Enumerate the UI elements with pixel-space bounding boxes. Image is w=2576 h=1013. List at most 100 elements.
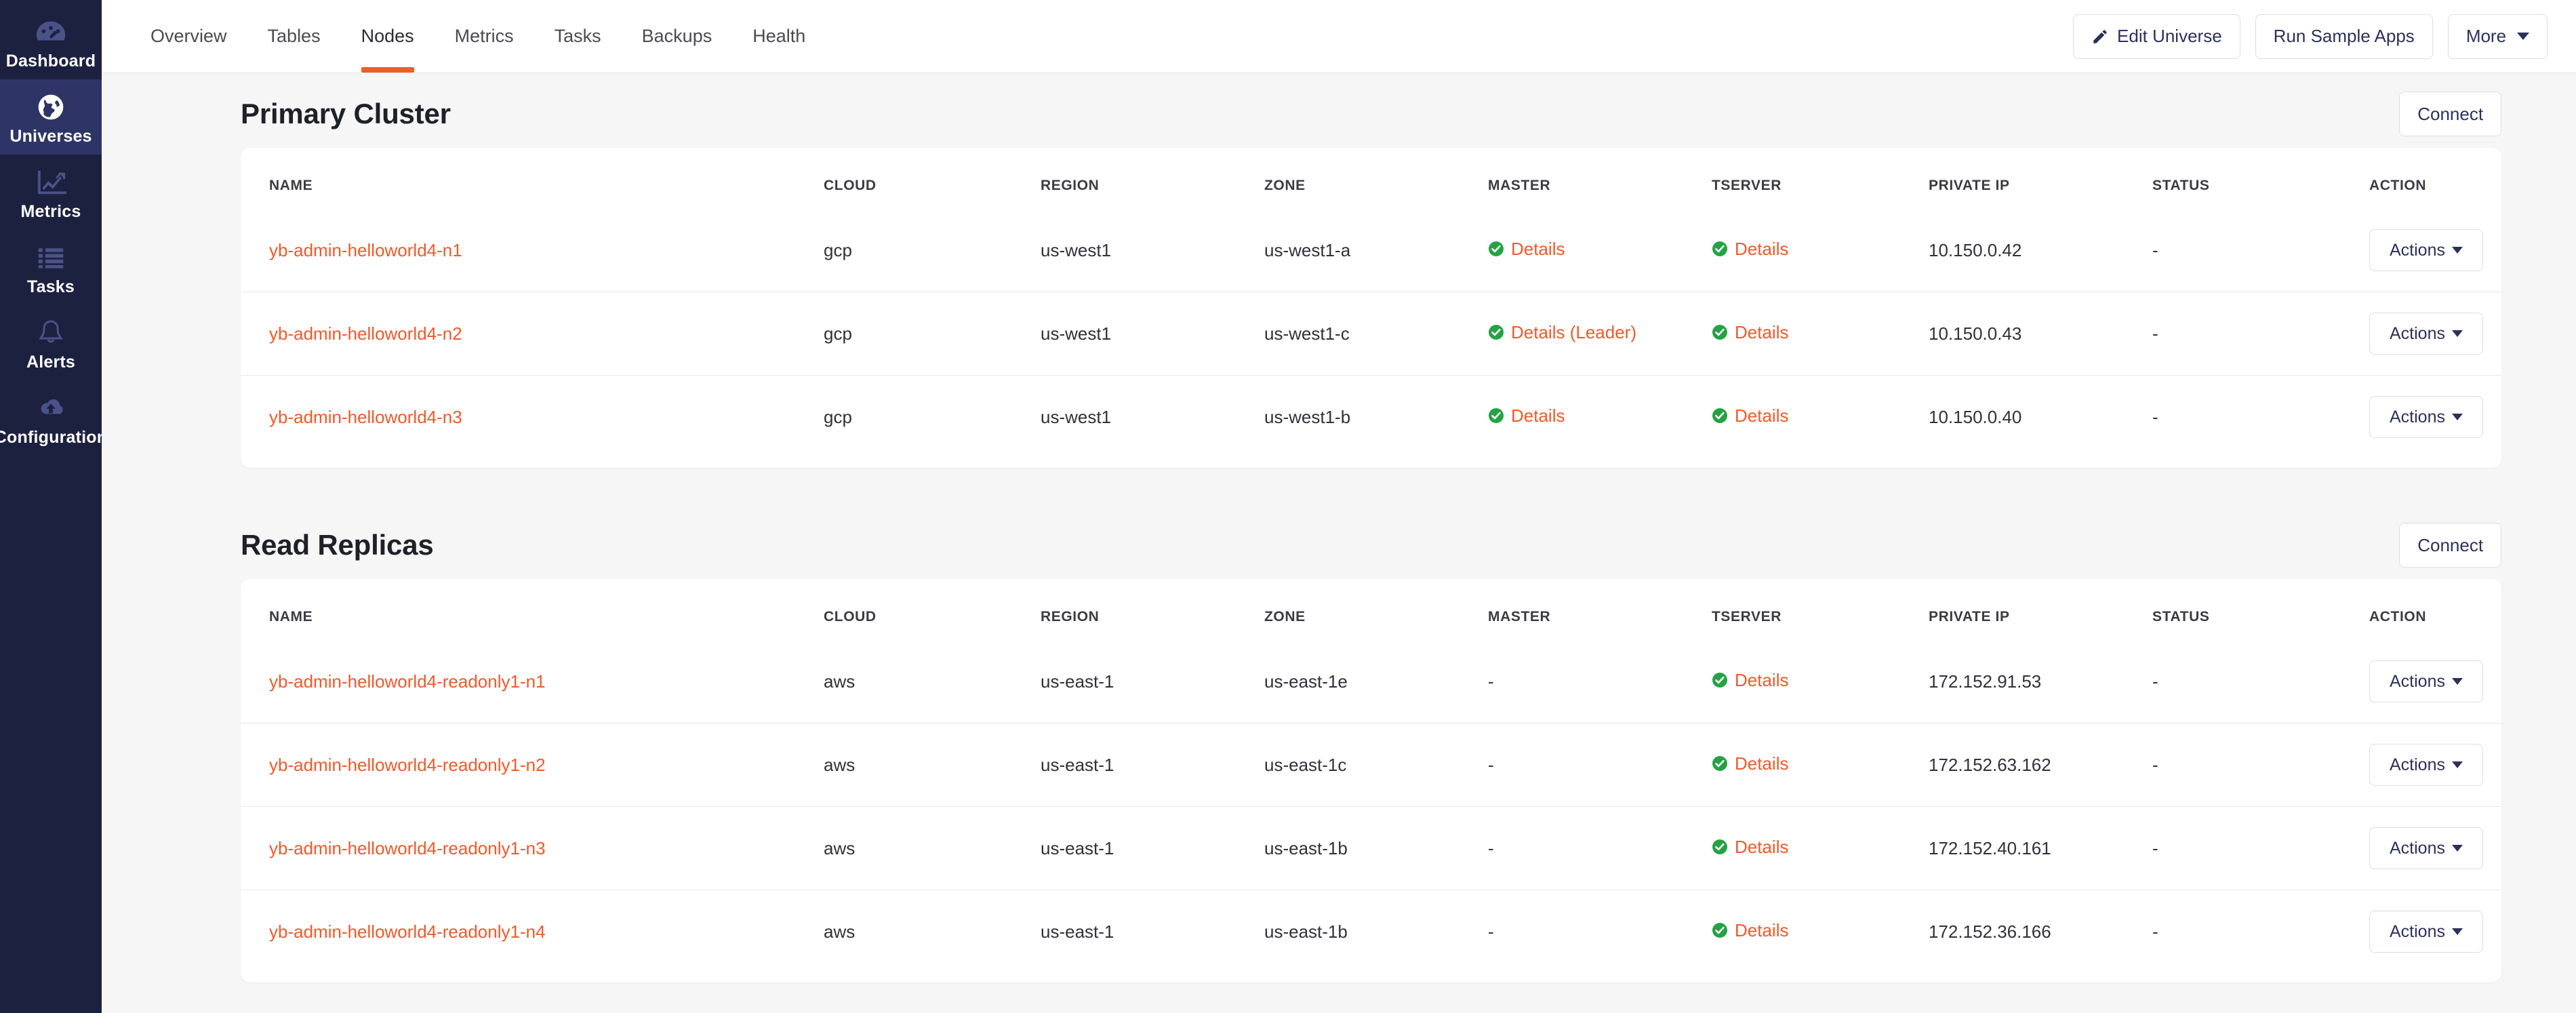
tab-label: Metrics [454,26,514,46]
cell-private-ip: 172.152.36.166 [1929,921,2051,942]
node-name-link[interactable]: yb-admin-helloworld4-readonly1-n3 [269,838,546,858]
master-status-cell: - [1488,755,1494,776]
primary-sidebar: Dashboard Universes Metrics Tasks Alerts Conf… [0,0,107,1013]
row-actions-button[interactable]: Actions [2369,911,2483,953]
row-actions-button[interactable]: Actions [2369,744,2483,786]
tserver-details-link[interactable]: Details [1735,239,1788,260]
run-sample-apps-button[interactable]: Run Sample Apps [2255,14,2433,59]
cell-status: - [2152,921,2158,942]
tserver-status-cell: Details [1712,322,1788,343]
cell-status: - [2152,239,2158,260]
column-header-tserver: TSERVER [1712,609,1782,624]
sidebar-item-alerts[interactable]: Alerts [0,305,102,380]
node-name-link[interactable]: yb-admin-helloworld4-n2 [269,323,462,344]
tab-nodes[interactable]: Nodes [341,0,435,73]
column-header-cloud: CLOUD [824,609,877,624]
tab-backups[interactable]: Backups [622,0,733,73]
cell-region: us-west1 [1041,323,1112,344]
column-header-name: NAME [269,609,313,624]
cell-zone: us-west1-c [1264,323,1350,344]
run-sample-apps-label: Run Sample Apps [2273,26,2415,46]
cell-private-ip: 172.152.91.53 [1929,671,2042,692]
edit-universe-label: Edit Universe [2117,26,2222,46]
chevron-down-icon [2451,414,2463,420]
sidebar-item-label: Dashboard [5,52,96,71]
cell-zone: us-west1-a [1264,239,1351,260]
cell-zone: us-west1-b [1264,406,1351,427]
chart-line-icon [32,165,70,199]
sidebar-item-dashboard[interactable]: Dashboard [0,4,102,79]
tab-overview[interactable]: Overview [137,0,247,73]
master-details-link[interactable]: Details (Leader) [1511,322,1636,343]
nodes-table: NAME CLOUD REGION ZONE MASTER TSERVER PRIVATE … [241,579,2502,973]
table-header-row: NAME CLOUD REGION ZONE MASTER TSERVER PRIVATE … [241,579,2501,640]
row-actions-button[interactable]: Actions [2369,827,2483,869]
cell-status: - [2152,671,2158,692]
row-actions-label: Actions [2390,921,2445,941]
master-details-link[interactable]: Details [1511,405,1565,426]
tab-tables[interactable]: Tables [247,0,341,73]
tserver-details-link[interactable]: Details [1735,405,1788,426]
chevron-down-icon [2451,330,2463,337]
sidebar-item-tasks[interactable]: Tasks [0,230,102,305]
status-ok-icon [1488,241,1504,257]
section-title: Primary Cluster [241,98,451,130]
column-header-master: MASTER [1488,609,1551,624]
node-name-link[interactable]: yb-admin-helloworld4-n1 [269,240,462,260]
tab-metrics[interactable]: Metrics [435,0,534,73]
column-header-zone: ZONE [1264,609,1306,624]
tab-tasks[interactable]: Tasks [534,0,622,73]
edit-universe-button[interactable]: Edit Universe [2073,14,2240,59]
tserver-details-link[interactable]: Details [1735,753,1788,774]
more-menu-button[interactable]: More [2447,14,2548,59]
column-header-action: ACTION [2369,178,2427,193]
cell-region: us-east-1 [1041,921,1114,942]
status-ok-icon [1712,755,1728,772]
sidebar-item-universes[interactable]: Universes [0,79,102,155]
cell-zone: us-east-1b [1264,837,1348,858]
tab-health[interactable]: Health [732,0,826,73]
cell-region: us-east-1 [1041,754,1114,775]
column-header-ip: PRIVATE IP [1929,178,2010,193]
tserver-status-cell: Details [1712,920,1788,941]
connect-label: Connect [2417,534,2484,555]
cell-status: - [2152,323,2158,344]
list-icon [32,241,70,275]
row-actions-button[interactable]: Actions [2369,229,2483,271]
node-name-link[interactable]: yb-admin-helloworld4-readonly1-n1 [269,671,546,692]
cluster-section: Primary Cluster Connect NAME CLOUD REGION ZON… [102,92,2576,468]
tab-label: Tables [267,26,321,46]
node-name-link[interactable]: yb-admin-helloworld4-n3 [269,407,462,427]
master-status-cell: - [1488,921,1494,942]
cell-zone: us-east-1b [1264,921,1348,942]
connect-button[interactable]: Connect [2399,523,2502,568]
node-name-link[interactable]: yb-admin-helloworld4-readonly1-n2 [269,755,546,775]
sidebar-item-configuration[interactable]: Configuration [0,380,107,456]
status-ok-icon [1712,241,1728,257]
master-details-link: - [1488,754,1494,775]
cell-status: - [2152,837,2158,858]
row-actions-label: Actions [2390,671,2445,691]
row-actions-button[interactable]: Actions [2369,396,2483,438]
master-status-cell: - [1488,838,1494,859]
node-name-link[interactable]: yb-admin-helloworld4-readonly1-n4 [269,921,546,942]
tserver-details-link[interactable]: Details [1735,837,1788,858]
chevron-down-icon [2451,678,2463,685]
status-ok-icon [1488,324,1504,340]
row-actions-button[interactable]: Actions [2369,313,2483,355]
row-actions-label: Actions [2390,838,2445,858]
cell-status: - [2152,406,2158,427]
master-details-link[interactable]: Details [1511,239,1565,260]
tab-label: Health [752,26,806,46]
cell-cloud: gcp [824,406,852,427]
sidebar-item-metrics[interactable]: Metrics [0,155,102,230]
tserver-details-link[interactable]: Details [1735,670,1788,691]
cell-cloud: aws [824,671,856,692]
tab-label: Backups [641,26,712,46]
tserver-details-link[interactable]: Details [1735,322,1788,343]
tserver-details-link[interactable]: Details [1735,920,1788,941]
connect-button[interactable]: Connect [2399,92,2502,136]
row-actions-button[interactable]: Actions [2369,660,2483,702]
master-status-cell: - [1488,671,1494,692]
